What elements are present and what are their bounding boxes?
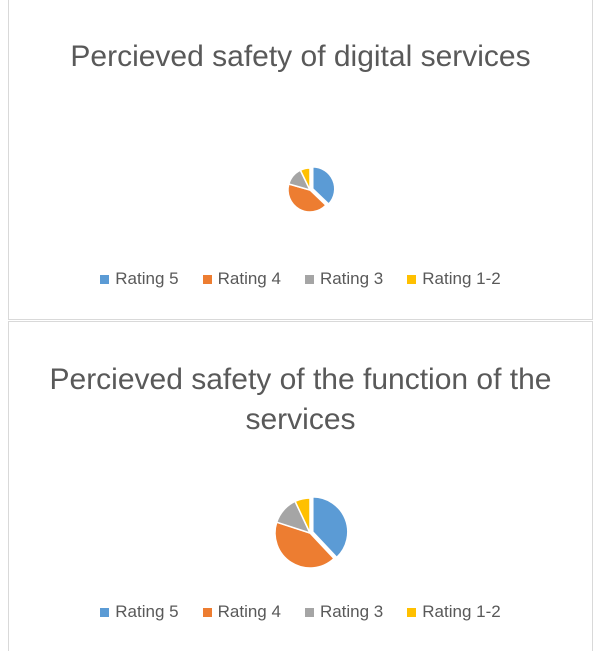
chart-legend: Rating 5 Rating 4 Rating 3 Rating 1-2 xyxy=(9,602,592,622)
legend-swatch xyxy=(304,274,314,284)
legend-swatch xyxy=(202,607,212,617)
legend-swatch xyxy=(304,607,314,617)
legend-swatch xyxy=(100,274,110,284)
legend-label: Rating 4 xyxy=(217,269,281,288)
legend-swatch xyxy=(202,274,212,284)
legend-label: Rating 3 xyxy=(319,602,384,621)
legend-item: Rating 3 xyxy=(304,269,384,289)
legend-item: Rating 4 xyxy=(202,269,281,289)
legend-item: Rating 3 xyxy=(304,602,384,622)
chart-panel-function-services: Percieved safety of the function of the … xyxy=(8,321,593,651)
legend-item: Rating 5 xyxy=(100,269,179,289)
chart-legend: Rating 5 Rating 4 Rating 3 Rating 1-2 xyxy=(9,269,592,289)
legend-label: Rating 4 xyxy=(217,602,281,621)
legend-swatch xyxy=(407,274,417,284)
legend-item: Rating 1-2 xyxy=(407,269,501,289)
legend-label: Rating 1-2 xyxy=(422,602,501,621)
legend-label: Rating 1-2 xyxy=(422,269,501,288)
legend-item: Rating 5 xyxy=(100,602,179,622)
legend-item: Rating 1-2 xyxy=(407,602,501,622)
legend-label: Rating 3 xyxy=(319,269,384,288)
legend-label: Rating 5 xyxy=(115,602,179,621)
legend-item: Rating 4 xyxy=(202,602,281,622)
chart-panel-digital-services: Percieved safety of digital services Rat… xyxy=(8,0,593,320)
legend-label: Rating 5 xyxy=(115,269,179,288)
legend-swatch xyxy=(407,607,417,617)
legend-swatch xyxy=(100,607,110,617)
